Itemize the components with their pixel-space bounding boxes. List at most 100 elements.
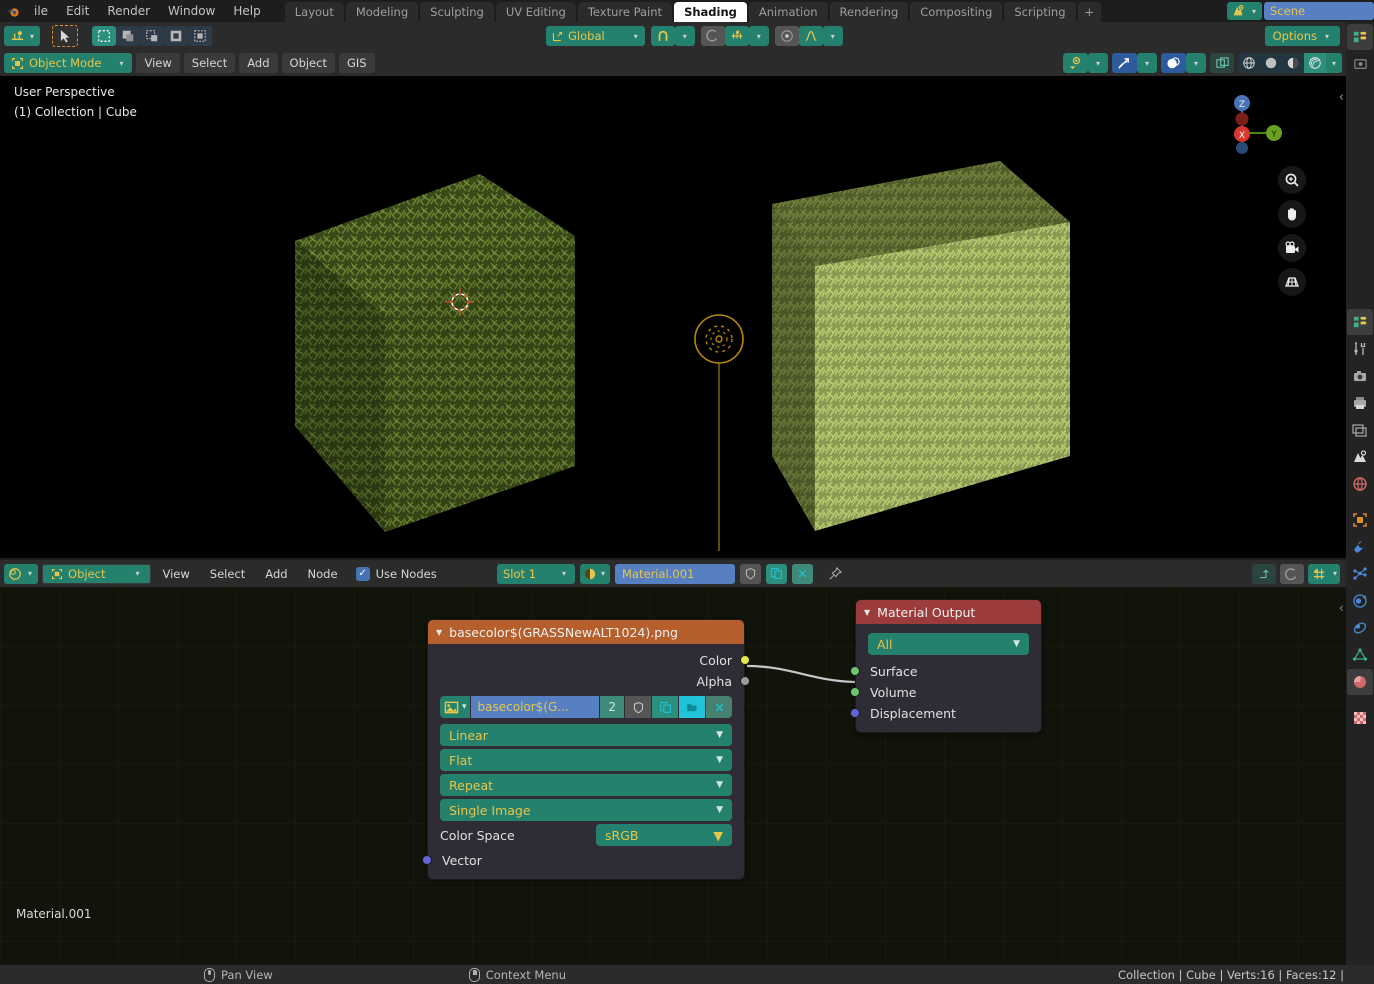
viewport-sidebar-toggle[interactable]: ‹	[1339, 90, 1344, 105]
output-properties-icon[interactable]	[1347, 390, 1373, 416]
navigation-gizmo[interactable]: Z Y X	[1225, 86, 1301, 162]
node-header-material-output[interactable]: ▼ Material Output	[856, 600, 1041, 624]
scene-name-field[interactable]: Scene	[1264, 2, 1374, 20]
tool-settings-icon[interactable]	[1347, 336, 1373, 362]
chevron-down-icon[interactable]: ▾	[1186, 53, 1206, 73]
image-users-count[interactable]: 2	[600, 696, 624, 718]
view-layer-properties-icon[interactable]	[1347, 417, 1373, 443]
node-image-texture[interactable]: ▼ basecolor$(GRASSNewALT1024).png Color …	[422, 619, 750, 880]
overlays-icon[interactable]	[1161, 53, 1186, 73]
render-properties-camera-icon[interactable]	[1347, 363, 1373, 389]
node-menu-view[interactable]: View	[155, 564, 198, 584]
socket-row-vector[interactable]: Vector	[422, 850, 744, 871]
point-light[interactable]	[690, 306, 760, 558]
node-menu-select[interactable]: Select	[202, 564, 253, 584]
snap-increment-icon[interactable]	[724, 26, 749, 46]
mode-dropdown[interactable]: Object Mode ▾	[4, 53, 133, 73]
socket-volume[interactable]	[850, 687, 860, 697]
editor-type-button[interactable]: ▾	[4, 26, 41, 46]
node-snapping-group[interactable]: ▾	[1307, 563, 1340, 584]
shading-solid-icon[interactable]	[1260, 53, 1282, 73]
socket-row-displacement[interactable]: Displacement	[850, 703, 1041, 724]
source-dropdown[interactable]: Single Image ▼	[440, 799, 732, 821]
shading-wireframe-icon[interactable]	[1238, 53, 1260, 73]
socket-surface[interactable]	[850, 666, 860, 676]
extension-dropdown[interactable]: Repeat ▼	[440, 774, 732, 796]
visibility-icon[interactable]	[1063, 53, 1088, 73]
chevron-down-icon[interactable]: ▾	[1326, 53, 1342, 73]
orthographic-toggle-icon[interactable]	[1278, 268, 1306, 296]
socket-row-volume[interactable]: Volume	[850, 682, 1041, 703]
interpolation-dropdown[interactable]: Linear ▼	[440, 724, 732, 746]
menu-help[interactable]: Help	[225, 2, 268, 20]
camera-view-icon[interactable]	[1278, 234, 1306, 262]
object-properties-icon[interactable]	[1347, 507, 1373, 533]
chevron-down-icon[interactable]: ▾	[822, 26, 843, 46]
up-arrow-icon[interactable]	[1251, 563, 1276, 584]
select-extend-icon[interactable]	[116, 26, 141, 46]
tab-compositing[interactable]: Compositing	[910, 2, 1003, 22]
tab-scripting[interactable]: Scripting	[1004, 2, 1076, 22]
scene-properties-icon[interactable]	[1347, 444, 1373, 470]
material-slot-dropdown[interactable]: Slot 1 ▾	[497, 563, 575, 584]
node-header-image-texture[interactable]: ▼ basecolor$(GRASSNewALT1024).png	[428, 620, 744, 644]
unlink-image-icon[interactable]	[706, 696, 732, 718]
tab-animation[interactable]: Animation	[748, 2, 828, 22]
snap-closest-icon[interactable]	[700, 26, 725, 46]
socket-row-surface[interactable]: Surface	[850, 661, 1041, 682]
shading-rendered-icon[interactable]	[1304, 53, 1326, 73]
smooth-falloff-icon[interactable]	[798, 26, 823, 46]
node-menu-add[interactable]: Add	[257, 564, 295, 584]
blender-logo-icon[interactable]	[2, 1, 24, 21]
socket-vector[interactable]	[422, 855, 432, 865]
tab-uv-editing[interactable]: UV Editing	[495, 2, 576, 22]
undo-snap-icon[interactable]	[1279, 563, 1304, 584]
constraint-properties-icon[interactable]	[1347, 615, 1373, 641]
node-material-output[interactable]: ▼ Material Output All ▼ Surface Volume D…	[850, 599, 1042, 733]
select-intersect-icon[interactable]	[188, 26, 213, 46]
viewport-menu-add[interactable]: Add	[239, 53, 278, 73]
menu-file[interactable]: ile	[26, 2, 56, 20]
node-sidebar-toggle[interactable]: ‹	[1339, 601, 1344, 616]
tab-texture-paint[interactable]: Texture Paint	[577, 2, 673, 22]
particle-properties-icon[interactable]	[1347, 561, 1373, 587]
tab-add-workspace[interactable]: +	[1077, 2, 1102, 22]
modifier-properties-icon[interactable]	[1347, 534, 1373, 560]
chevron-down-icon[interactable]: ▾	[1088, 53, 1108, 73]
chevron-down-icon[interactable]: ▾	[674, 26, 695, 46]
gizmo-icon[interactable]	[1112, 53, 1137, 73]
output-target-dropdown[interactable]: All ▼	[868, 633, 1029, 655]
image-browse-button[interactable]: ▾	[440, 696, 470, 718]
menu-window[interactable]: Window	[160, 2, 223, 20]
proportional-editing-icon[interactable]	[774, 26, 799, 46]
pin-icon[interactable]	[824, 564, 845, 584]
scene-browse-button[interactable]: ▾	[1226, 2, 1262, 20]
texture-properties-icon[interactable]	[1347, 705, 1373, 731]
socket-row-alpha[interactable]: Alpha	[428, 671, 750, 692]
cube-right[interactable]	[760, 156, 1090, 556]
chevron-down-icon[interactable]: ▾	[1137, 53, 1157, 73]
select-subtract-icon[interactable]	[140, 26, 165, 46]
scene-collection-icon[interactable]	[1347, 309, 1373, 335]
image-name-field[interactable]: basecolor$(G...	[470, 696, 600, 718]
tab-modeling[interactable]: Modeling	[345, 2, 419, 22]
render-properties-icon[interactable]	[1347, 51, 1373, 77]
viewport-menu-view[interactable]: View	[136, 53, 180, 73]
material-properties-icon[interactable]	[1347, 669, 1373, 695]
unlink-icon[interactable]	[792, 563, 814, 584]
world-properties-icon[interactable]	[1347, 471, 1373, 497]
options-dropdown[interactable]: Options ▾	[1264, 26, 1340, 46]
socket-color[interactable]	[740, 655, 750, 665]
projection-dropdown[interactable]: Flat ▼	[440, 749, 732, 771]
physics-properties-icon[interactable]	[1347, 588, 1373, 614]
material-name-field[interactable]: Material.001	[615, 563, 736, 584]
transform-orientation-dropdown[interactable]: Global ▾	[546, 26, 645, 46]
collapse-triangle-icon[interactable]: ▼	[436, 628, 442, 637]
zoom-icon[interactable]	[1278, 166, 1306, 194]
tab-shading[interactable]: Shading	[674, 2, 747, 22]
use-nodes-toggle[interactable]: ✓ Use Nodes	[355, 566, 437, 581]
tab-rendering[interactable]: Rendering	[829, 2, 909, 22]
color-space-dropdown[interactable]: sRGB ▼	[596, 824, 732, 846]
data-properties-icon[interactable]	[1347, 642, 1373, 668]
tool-properties-icon[interactable]	[1347, 24, 1373, 50]
